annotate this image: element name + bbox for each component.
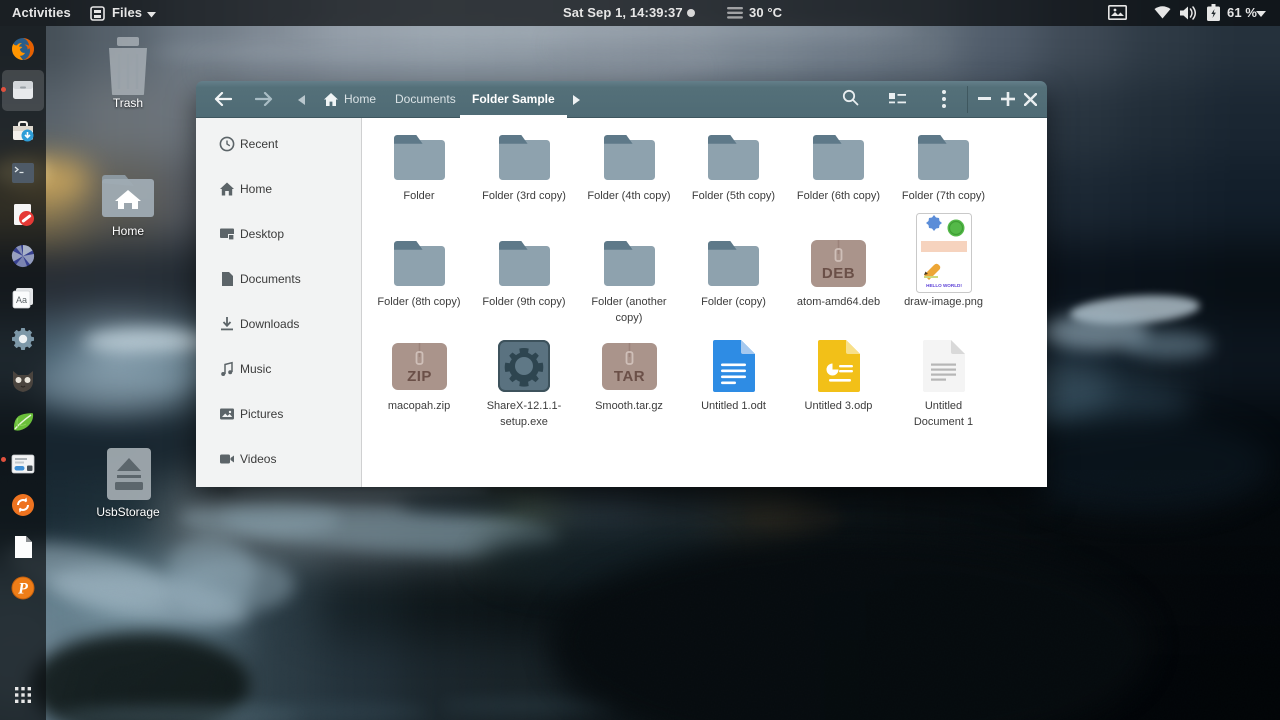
svg-text:DEB: DEB: [822, 265, 855, 282]
svg-text:ZIP: ZIP: [407, 368, 432, 385]
svg-text:TAR: TAR: [613, 368, 644, 385]
svg-text:HELLO WORLD!: HELLO WORLD!: [926, 283, 962, 288]
svg-text:Aa: Aa: [16, 295, 27, 305]
svg-text:P: P: [17, 581, 28, 598]
